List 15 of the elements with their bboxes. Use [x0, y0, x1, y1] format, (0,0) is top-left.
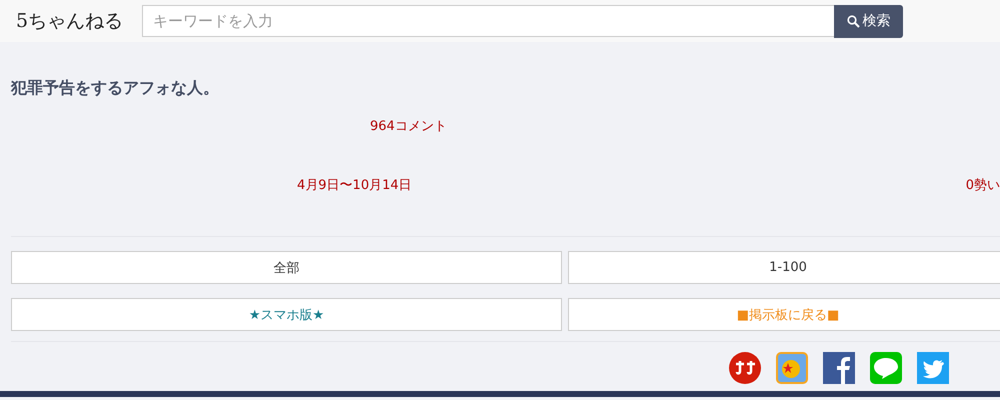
thread-title: 犯罪予告をするアフォな人。	[11, 78, 220, 99]
date-range: 4月9日〜10月14日	[297, 177, 412, 194]
search-button[interactable]: 検索	[834, 4, 903, 38]
search-icon	[846, 14, 860, 28]
comment-count: 964コメント	[370, 118, 447, 135]
nav-button[interactable]: ★スマホ版★	[11, 298, 562, 331]
twitter-icon[interactable]	[917, 352, 949, 384]
facebook-icon[interactable]	[823, 352, 855, 384]
search-field[interactable]: キーワードを入力	[142, 5, 834, 37]
ball-app-icon[interactable]	[776, 352, 808, 384]
momentum-count: 0勢い	[966, 177, 1000, 194]
nav-button[interactable]: 1-100	[568, 251, 1000, 284]
site-logo[interactable]: 5ちゃんねる	[16, 8, 142, 34]
round-app-icon[interactable]	[729, 352, 761, 384]
nav-button[interactable]: 全部	[11, 251, 562, 284]
